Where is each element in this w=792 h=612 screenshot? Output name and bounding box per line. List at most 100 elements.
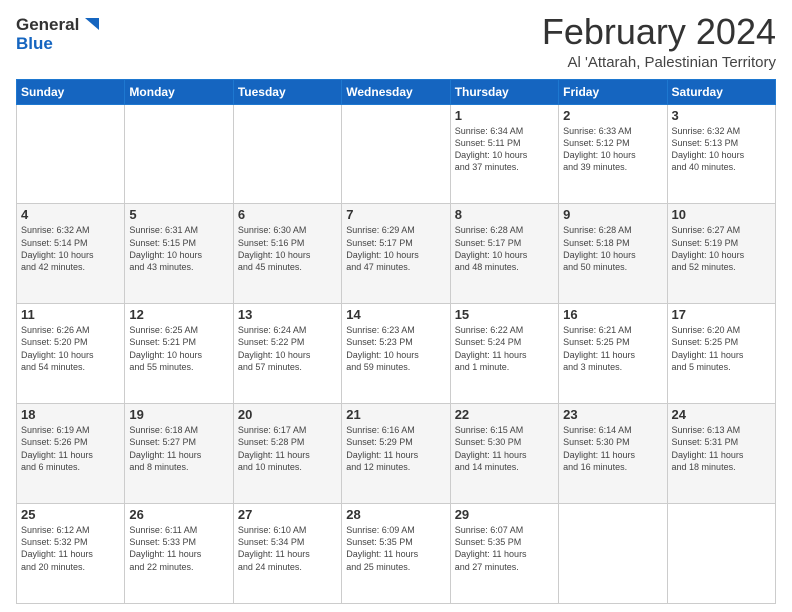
day-info: Sunrise: 6:12 AM Sunset: 5:32 PM Dayligh… xyxy=(21,524,120,573)
calendar-week-2: 4 Sunrise: 6:32 AM Sunset: 5:14 PM Daylig… xyxy=(17,204,776,304)
col-saturday: Saturday xyxy=(667,79,775,104)
day-number: 4 xyxy=(21,207,120,222)
calendar-cell: 18 Sunrise: 6:19 AM Sunset: 5:26 PM Dayli… xyxy=(17,404,125,504)
day-info: Sunrise: 6:22 AM Sunset: 5:24 PM Dayligh… xyxy=(455,324,554,373)
col-sunday: Sunday xyxy=(17,79,125,104)
day-number: 15 xyxy=(455,307,554,322)
calendar-week-3: 11Sunrise: 6:26 AM Sunset: 5:20 PM Dayli… xyxy=(17,304,776,404)
calendar-cell xyxy=(667,504,775,604)
day-info: Sunrise: 6:31 AM Sunset: 5:15 PM Dayligh… xyxy=(129,224,228,273)
day-info: Sunrise: 6:21 AM Sunset: 5:25 PM Dayligh… xyxy=(563,324,662,373)
calendar-cell: 21Sunrise: 6:16 AM Sunset: 5:29 PM Dayli… xyxy=(342,404,450,504)
calendar-cell: 17 Sunrise: 6:20 AM Sunset: 5:25 PM Dayli… xyxy=(667,304,775,404)
calendar-cell: 20 Sunrise: 6:17 AM Sunset: 5:28 PM Dayli… xyxy=(233,404,341,504)
calendar-cell: 8 Sunrise: 6:28 AM Sunset: 5:17 PM Daylig… xyxy=(450,204,558,304)
day-number: 10 xyxy=(672,207,771,222)
day-info: Sunrise: 6:19 AM Sunset: 5:26 PM Dayligh… xyxy=(21,424,120,473)
col-monday: Monday xyxy=(125,79,233,104)
calendar-cell: 13 Sunrise: 6:24 AM Sunset: 5:22 PM Dayli… xyxy=(233,304,341,404)
calendar-cell: 11Sunrise: 6:26 AM Sunset: 5:20 PM Dayli… xyxy=(17,304,125,404)
calendar-cell xyxy=(233,104,341,204)
calendar-cell: 23Sunrise: 6:14 AM Sunset: 5:30 PM Dayli… xyxy=(559,404,667,504)
day-info: Sunrise: 6:28 AM Sunset: 5:18 PM Dayligh… xyxy=(563,224,662,273)
calendar-cell: 6Sunrise: 6:30 AM Sunset: 5:16 PM Daylig… xyxy=(233,204,341,304)
calendar-cell: 7 Sunrise: 6:29 AM Sunset: 5:17 PM Daylig… xyxy=(342,204,450,304)
day-info: Sunrise: 6:28 AM Sunset: 5:17 PM Dayligh… xyxy=(455,224,554,273)
page: General Blue February 2024 Al 'Attarah, … xyxy=(0,0,792,612)
day-number: 1 xyxy=(455,108,554,123)
day-number: 3 xyxy=(672,108,771,123)
day-number: 19 xyxy=(129,407,228,422)
day-number: 20 xyxy=(238,407,337,422)
calendar-cell: 5 Sunrise: 6:31 AM Sunset: 5:15 PM Daylig… xyxy=(125,204,233,304)
logo-triangle-icon xyxy=(81,16,99,34)
month-title: February 2024 xyxy=(542,12,776,52)
calendar-cell: 24Sunrise: 6:13 AM Sunset: 5:31 PM Dayli… xyxy=(667,404,775,504)
day-number: 11 xyxy=(21,307,120,322)
calendar-cell: 4 Sunrise: 6:32 AM Sunset: 5:14 PM Daylig… xyxy=(17,204,125,304)
day-number: 26 xyxy=(129,507,228,522)
day-number: 7 xyxy=(346,207,445,222)
calendar-cell: 16 Sunrise: 6:21 AM Sunset: 5:25 PM Dayli… xyxy=(559,304,667,404)
day-info: Sunrise: 6:34 AM Sunset: 5:11 PM Dayligh… xyxy=(455,125,554,174)
day-info: Sunrise: 6:32 AM Sunset: 5:14 PM Dayligh… xyxy=(21,224,120,273)
calendar-cell xyxy=(125,104,233,204)
day-info: Sunrise: 6:32 AM Sunset: 5:13 PM Dayligh… xyxy=(672,125,771,174)
day-info: Sunrise: 6:09 AM Sunset: 5:35 PM Dayligh… xyxy=(346,524,445,573)
calendar-cell: 15 Sunrise: 6:22 AM Sunset: 5:24 PM Dayli… xyxy=(450,304,558,404)
calendar-cell: 19 Sunrise: 6:18 AM Sunset: 5:27 PM Dayli… xyxy=(125,404,233,504)
day-info: Sunrise: 6:25 AM Sunset: 5:21 PM Dayligh… xyxy=(129,324,228,373)
day-info: Sunrise: 6:20 AM Sunset: 5:25 PM Dayligh… xyxy=(672,324,771,373)
col-friday: Friday xyxy=(559,79,667,104)
day-number: 12 xyxy=(129,307,228,322)
calendar-week-5: 25 Sunrise: 6:12 AM Sunset: 5:32 PM Dayli… xyxy=(17,504,776,604)
day-info: Sunrise: 6:17 AM Sunset: 5:28 PM Dayligh… xyxy=(238,424,337,473)
day-info: Sunrise: 6:29 AM Sunset: 5:17 PM Dayligh… xyxy=(346,224,445,273)
calendar-cell: 2Sunrise: 6:33 AM Sunset: 5:12 PM Daylig… xyxy=(559,104,667,204)
col-wednesday: Wednesday xyxy=(342,79,450,104)
day-info: Sunrise: 6:11 AM Sunset: 5:33 PM Dayligh… xyxy=(129,524,228,573)
location-title: Al 'Attarah, Palestinian Territory xyxy=(542,54,776,71)
calendar-cell: 12 Sunrise: 6:25 AM Sunset: 5:21 PM Dayli… xyxy=(125,304,233,404)
day-number: 5 xyxy=(129,207,228,222)
day-info: Sunrise: 6:23 AM Sunset: 5:23 PM Dayligh… xyxy=(346,324,445,373)
logo: General Blue xyxy=(16,16,99,53)
calendar-week-4: 18 Sunrise: 6:19 AM Sunset: 5:26 PM Dayli… xyxy=(17,404,776,504)
calendar-cell: 3 Sunrise: 6:32 AM Sunset: 5:13 PM Daylig… xyxy=(667,104,775,204)
day-number: 16 xyxy=(563,307,662,322)
day-info: Sunrise: 6:07 AM Sunset: 5:35 PM Dayligh… xyxy=(455,524,554,573)
calendar-cell xyxy=(17,104,125,204)
day-info: Sunrise: 6:18 AM Sunset: 5:27 PM Dayligh… xyxy=(129,424,228,473)
day-number: 13 xyxy=(238,307,337,322)
day-info: Sunrise: 6:27 AM Sunset: 5:19 PM Dayligh… xyxy=(672,224,771,273)
day-number: 22 xyxy=(455,407,554,422)
day-number: 17 xyxy=(672,307,771,322)
day-number: 6 xyxy=(238,207,337,222)
calendar-cell: 26 Sunrise: 6:11 AM Sunset: 5:33 PM Dayli… xyxy=(125,504,233,604)
calendar-header-row: Sunday Monday Tuesday Wednesday Thursday… xyxy=(17,79,776,104)
calendar-cell: 9Sunrise: 6:28 AM Sunset: 5:18 PM Daylig… xyxy=(559,204,667,304)
day-number: 27 xyxy=(238,507,337,522)
logo-blue: Blue xyxy=(16,35,53,54)
day-number: 21 xyxy=(346,407,445,422)
day-number: 14 xyxy=(346,307,445,322)
day-number: 23 xyxy=(563,407,662,422)
calendar-cell xyxy=(559,504,667,604)
day-info: Sunrise: 6:10 AM Sunset: 5:34 PM Dayligh… xyxy=(238,524,337,573)
day-number: 29 xyxy=(455,507,554,522)
day-number: 8 xyxy=(455,207,554,222)
day-number: 28 xyxy=(346,507,445,522)
day-info: Sunrise: 6:15 AM Sunset: 5:30 PM Dayligh… xyxy=(455,424,554,473)
day-number: 24 xyxy=(672,407,771,422)
calendar-cell: 10 Sunrise: 6:27 AM Sunset: 5:19 PM Dayli… xyxy=(667,204,775,304)
calendar-cell: 14 Sunrise: 6:23 AM Sunset: 5:23 PM Dayli… xyxy=(342,304,450,404)
calendar-cell: 1 Sunrise: 6:34 AM Sunset: 5:11 PM Daylig… xyxy=(450,104,558,204)
day-info: Sunrise: 6:24 AM Sunset: 5:22 PM Dayligh… xyxy=(238,324,337,373)
calendar-cell: 29 Sunrise: 6:07 AM Sunset: 5:35 PM Dayli… xyxy=(450,504,558,604)
day-info: Sunrise: 6:33 AM Sunset: 5:12 PM Dayligh… xyxy=(563,125,662,174)
logo-general: General xyxy=(16,16,79,35)
calendar-cell: 22 Sunrise: 6:15 AM Sunset: 5:30 PM Dayli… xyxy=(450,404,558,504)
calendar-table: Sunday Monday Tuesday Wednesday Thursday… xyxy=(16,79,776,604)
day-number: 25 xyxy=(21,507,120,522)
day-number: 18 xyxy=(21,407,120,422)
